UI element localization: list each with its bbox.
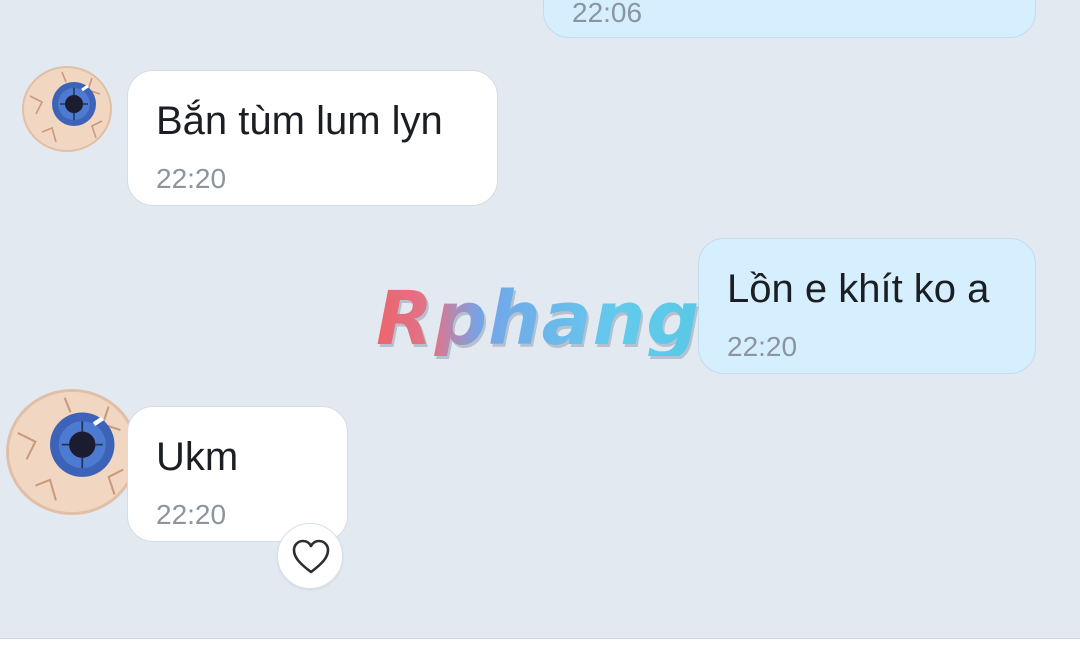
message-bubble-incoming[interactable]: Bắn tùm lum lyn 22:20 <box>127 70 498 206</box>
message-time: 22:20 <box>156 499 227 530</box>
message-bubble-incoming[interactable]: Ukm 22:20 <box>127 406 348 542</box>
message-time: 22:06 <box>572 0 643 28</box>
heart-icon <box>292 539 330 574</box>
message-text: Bắn tùm lum lyn <box>156 99 443 143</box>
message-bubble-outgoing[interactable]: 22:06 <box>543 0 1036 38</box>
contact-avatar[interactable] <box>22 66 112 152</box>
eyeball-avatar-icon <box>6 389 138 515</box>
bottom-divider <box>0 638 1080 651</box>
watermark-logo: Rphang <box>376 276 701 362</box>
react-heart-button[interactable] <box>277 523 343 589</box>
eyeball-avatar-icon <box>22 66 112 152</box>
message-time: 22:20 <box>156 163 227 194</box>
contact-avatar[interactable] <box>6 389 138 515</box>
message-time: 22:20 <box>727 331 798 362</box>
message-bubble-outgoing[interactable]: Lồn e khít ko a 22:20 <box>698 238 1036 374</box>
message-text: Lồn e khít ko a <box>727 267 990 311</box>
message-text: Ukm <box>156 435 239 479</box>
